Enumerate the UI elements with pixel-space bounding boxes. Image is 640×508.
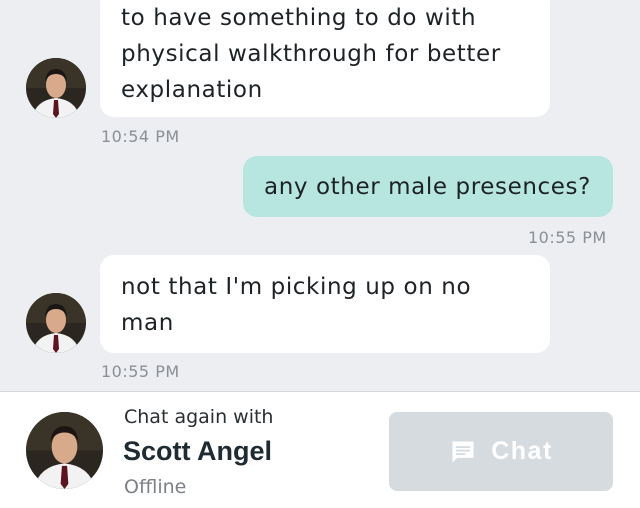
message-text-line: not that I'm picking up on no [121,274,472,300]
sender-avatar[interactable] [26,58,86,118]
chat-again-prompt: Chat again with [124,406,274,428]
chat-again-footer: Chat again with Scott Angel Offline Chat [0,391,640,508]
message-text-line: to have something to do with [121,5,477,31]
person-photo-icon [26,412,103,489]
chat-button-label: Chat [491,437,553,465]
message-timestamp: 10:55 PM [528,228,607,247]
chat-button[interactable]: Chat [389,412,613,491]
message-text-line: any other male presences? [264,174,591,200]
incoming-message-bubble: to have something to do with physical wa… [100,0,550,117]
message-bubble-icon [452,441,474,462]
contact-name[interactable]: Scott Angel [123,436,272,467]
incoming-message-bubble: not that I'm picking up on no man [100,255,550,353]
contact-status: Offline [124,476,187,498]
person-photo-icon [26,293,86,353]
person-photo-icon [26,58,86,118]
contact-avatar[interactable] [26,412,103,489]
message-text-line: explanation [121,77,263,103]
message-timestamp: 10:54 PM [101,127,180,146]
sender-avatar[interactable] [26,293,86,353]
outgoing-message-bubble: any other male presences? [243,156,613,217]
message-timestamp: 10:55 PM [101,362,180,381]
message-text-line: man [121,310,174,336]
message-text-line: physical walkthrough for better [121,41,501,67]
